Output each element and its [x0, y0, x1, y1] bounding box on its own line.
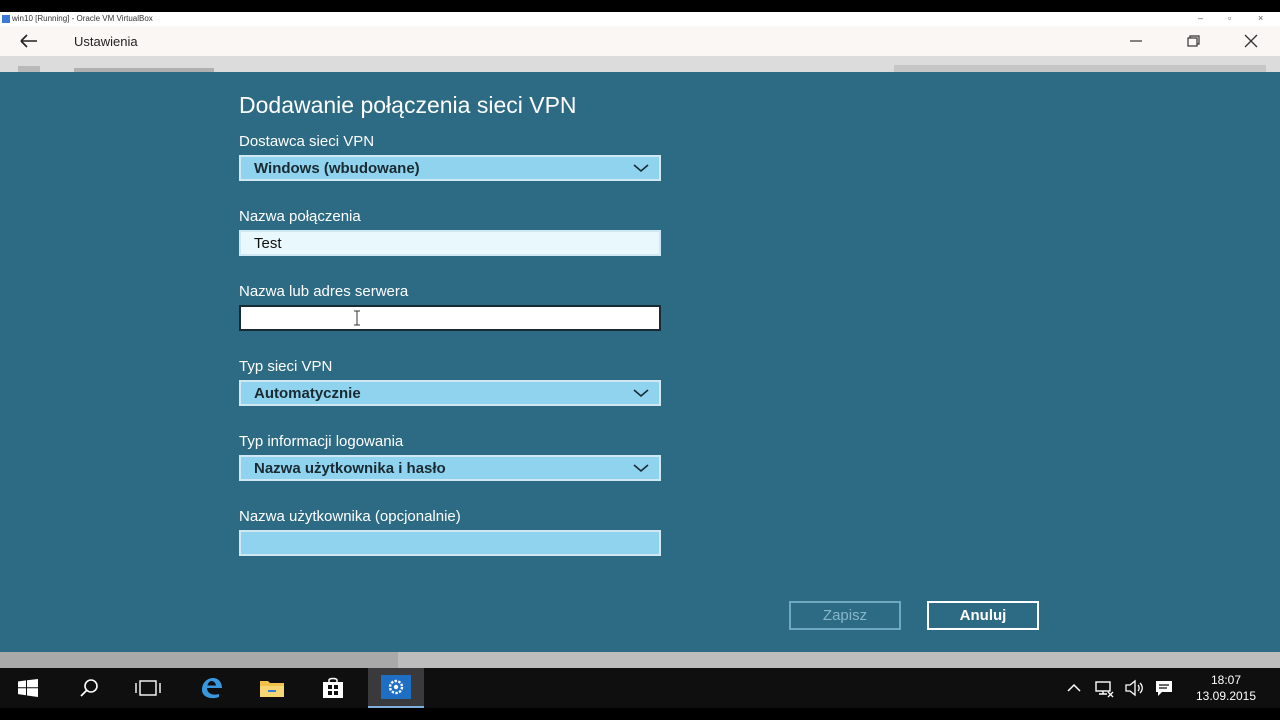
- clock-time: 18:07: [1210, 673, 1242, 687]
- add-vpn-dialog: Dodawanie połączenia sieci VPN Dostawca …: [0, 72, 1280, 652]
- back-arrow-icon[interactable]: [18, 32, 40, 50]
- start-icon: [18, 679, 38, 697]
- vpn-type-value: Automatycznie: [254, 385, 361, 402]
- file-explorer-button[interactable]: [246, 668, 298, 708]
- start-button[interactable]: [2, 668, 54, 708]
- virtualbox-icon: [2, 15, 10, 23]
- signin-type-value: Nazwa użytkownika i hasło: [254, 460, 446, 477]
- settings-title-bar: Ustawienia: [0, 26, 1280, 56]
- signin-type-dropdown[interactable]: Nazwa użytkownika i hasło: [239, 455, 661, 481]
- connection-name-value: Test: [254, 235, 282, 252]
- virtualbox-title: win10 [Running] - Oracle VM VirtualBox: [12, 14, 153, 23]
- search-button[interactable]: [63, 668, 115, 708]
- store-icon: [323, 677, 343, 698]
- dialog-title: Dodawanie połączenia sieci VPN: [239, 92, 577, 118]
- volume-icon[interactable]: [1124, 678, 1144, 698]
- horizontal-scrollbar[interactable]: [0, 652, 1280, 668]
- settings-taskbar-button[interactable]: [368, 668, 424, 708]
- provider-dropdown[interactable]: Windows (wbudowane): [239, 155, 661, 181]
- provider-label: Dostawca sieci VPN: [239, 133, 375, 150]
- action-center-icon[interactable]: [1154, 678, 1174, 698]
- search-icon: [80, 679, 98, 697]
- edge-icon: [202, 678, 222, 699]
- username-label: Nazwa użytkownika (opcjonalnie): [239, 508, 461, 525]
- vpn-type-label: Typ sieci VPN: [239, 358, 333, 375]
- store-button[interactable]: [307, 668, 359, 708]
- minimize-icon[interactable]: [1125, 31, 1147, 51]
- vbox-close-icon[interactable]: ×: [1258, 13, 1263, 23]
- letterbox-bottom: [0, 708, 1280, 720]
- file-explorer-icon: [260, 681, 284, 697]
- vbox-minimize-icon[interactable]: –: [1198, 13, 1203, 23]
- text-cursor-icon: [354, 310, 360, 326]
- taskbar: 18:07 13.09.2015: [0, 668, 1280, 708]
- edge-button[interactable]: [185, 668, 237, 708]
- screen: win10 [Running] - Oracle VM VirtualBox –…: [0, 0, 1280, 720]
- clock[interactable]: 18:07 13.09.2015: [1187, 672, 1265, 704]
- username-input[interactable]: [239, 530, 661, 556]
- server-address-input[interactable]: [239, 305, 661, 331]
- settings-icon: [381, 675, 411, 699]
- connection-name-label: Nazwa połączenia: [239, 208, 361, 225]
- chevron-down-icon: [633, 389, 649, 398]
- task-view-icon: [135, 680, 161, 696]
- virtualbox-title-bar: win10 [Running] - Oracle VM VirtualBox –…: [0, 12, 1280, 26]
- task-view-button[interactable]: [122, 668, 174, 708]
- server-label: Nazwa lub adres serwera: [239, 283, 409, 300]
- restore-icon[interactable]: [1182, 31, 1204, 51]
- save-button[interactable]: Zapisz: [789, 601, 901, 630]
- window-title: Ustawienia: [74, 34, 138, 49]
- signin-type-label: Typ informacji logowania: [239, 433, 404, 450]
- chevron-down-icon: [633, 164, 649, 173]
- scrollbar-thumb[interactable]: [0, 652, 398, 668]
- clock-date: 13.09.2015: [1195, 689, 1257, 703]
- network-icon[interactable]: [1094, 678, 1114, 698]
- vbox-maximize-icon[interactable]: ▫: [1228, 13, 1231, 23]
- chevron-up-icon[interactable]: [1064, 678, 1084, 698]
- vpn-type-dropdown[interactable]: Automatycznie: [239, 380, 661, 406]
- chevron-down-icon: [633, 464, 649, 473]
- close-icon[interactable]: [1240, 31, 1262, 51]
- provider-value: Windows (wbudowane): [254, 160, 420, 177]
- cancel-button[interactable]: Anuluj: [927, 601, 1039, 630]
- connection-name-input[interactable]: Test: [239, 230, 661, 256]
